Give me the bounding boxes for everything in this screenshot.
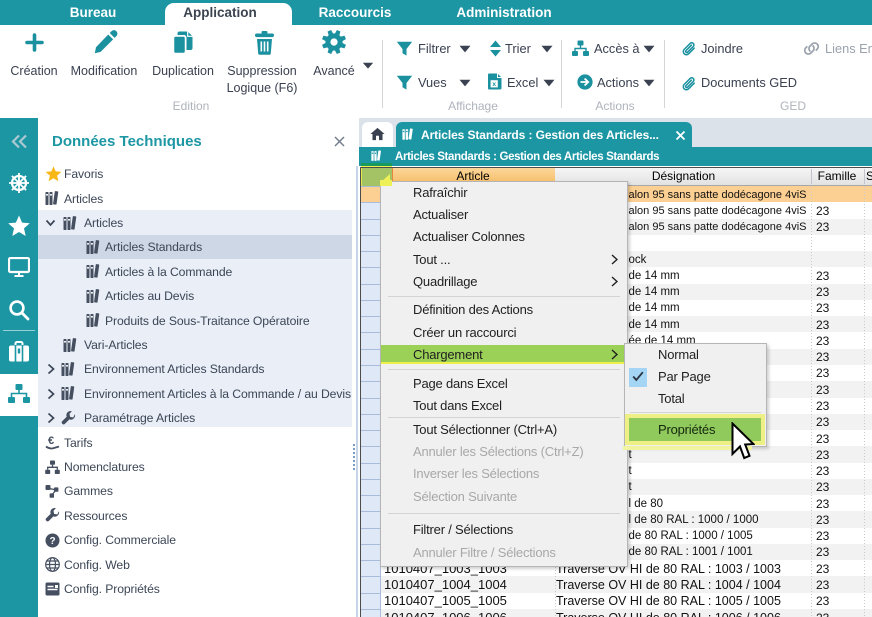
svg-text:x: x bbox=[492, 81, 496, 88]
svg-text:€: € bbox=[48, 435, 54, 447]
svg-text:?: ? bbox=[49, 536, 55, 547]
